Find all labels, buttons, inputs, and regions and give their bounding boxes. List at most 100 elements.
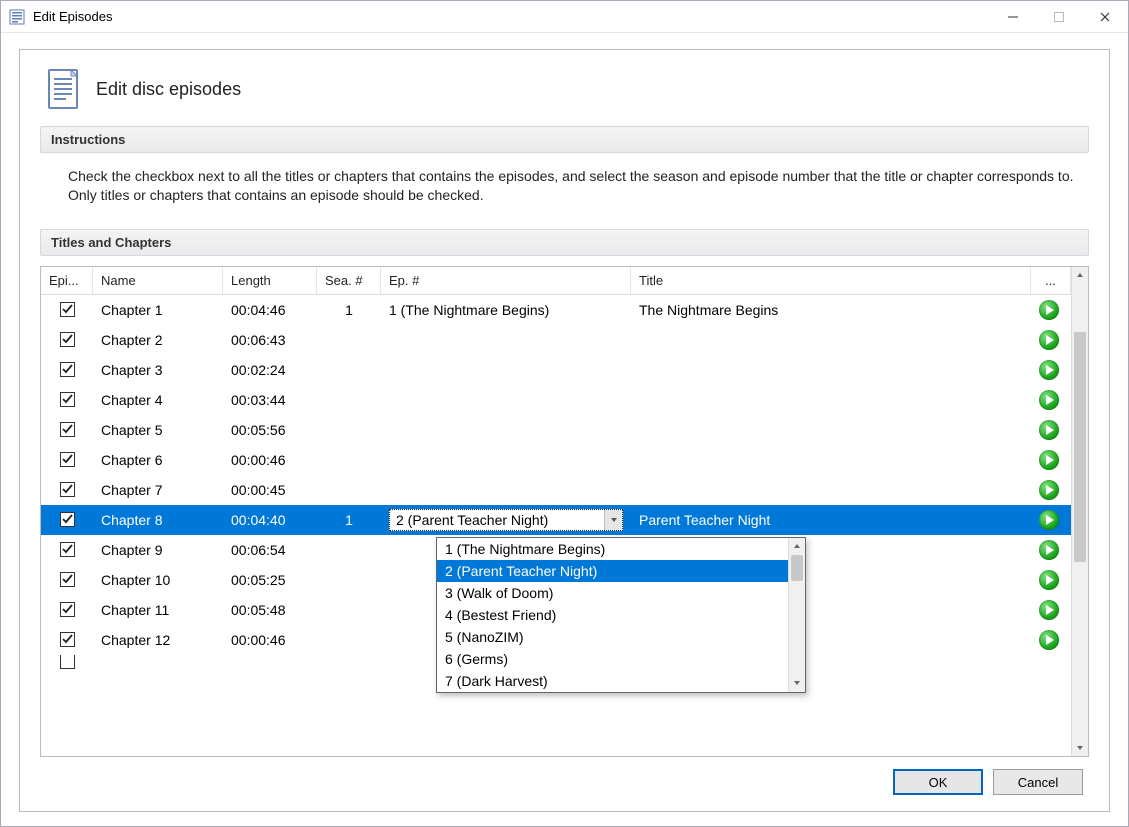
chapter-length: 00:04:40 [223, 505, 317, 535]
season-number[interactable] [317, 385, 381, 415]
chapter-name: Chapter 5 [93, 415, 223, 445]
chapter-length: 00:06:54 [223, 535, 317, 565]
table-row[interactable]: Chapter 400:03:44 [41, 385, 1071, 415]
episode-checkbox[interactable] [60, 572, 75, 587]
episode-checkbox[interactable] [60, 512, 75, 527]
scroll-thumb[interactable] [1074, 332, 1086, 562]
vertical-scrollbar[interactable] [1071, 267, 1088, 756]
titles-section-header: Titles and Chapters [40, 229, 1089, 256]
col-title[interactable]: Title [631, 267, 1031, 294]
episode-number-cell[interactable]: 2 (Parent Teacher Night) [381, 505, 631, 535]
chapter-length: 00:03:44 [223, 385, 317, 415]
col-episode[interactable]: Ep. # [381, 267, 631, 294]
app-icon [9, 9, 25, 25]
episode-number-cell[interactable] [381, 325, 631, 355]
season-number[interactable] [317, 475, 381, 505]
play-icon[interactable] [1039, 450, 1059, 470]
dropdown-option[interactable]: 3 (Walk of Doom) [437, 582, 788, 604]
col-name[interactable]: Name [93, 267, 223, 294]
season-number[interactable] [317, 565, 381, 595]
play-icon[interactable] [1039, 600, 1059, 620]
episode-checkbox[interactable] [60, 632, 75, 647]
table-row[interactable]: Chapter 500:05:56 [41, 415, 1071, 445]
episode-checkbox[interactable] [60, 482, 75, 497]
play-icon[interactable] [1039, 300, 1059, 320]
scroll-down-icon[interactable] [789, 675, 805, 692]
season-number[interactable] [317, 625, 381, 655]
episode-dropdown[interactable]: 1 (The Nightmare Begins)2 (Parent Teache… [436, 537, 806, 693]
season-number[interactable] [317, 535, 381, 565]
play-icon[interactable] [1039, 390, 1059, 410]
chevron-down-icon[interactable] [604, 510, 622, 530]
episode-checkbox[interactable] [60, 452, 75, 467]
scroll-down-icon[interactable] [1072, 739, 1088, 756]
season-number[interactable] [317, 595, 381, 625]
episode-checkbox[interactable] [60, 602, 75, 617]
chapter-length: 00:02:24 [223, 355, 317, 385]
close-button[interactable] [1082, 2, 1128, 32]
play-icon[interactable] [1039, 570, 1059, 590]
season-number[interactable]: 1 [317, 295, 381, 325]
season-number[interactable]: 1 [317, 505, 381, 535]
col-season[interactable]: Sea. # [317, 267, 381, 294]
chapter-name: Chapter 11 [93, 595, 223, 625]
cancel-button[interactable]: Cancel [993, 769, 1083, 795]
table-row[interactable]: Chapter 600:00:46 [41, 445, 1071, 475]
episode-number-cell[interactable] [381, 415, 631, 445]
season-number[interactable] [317, 415, 381, 445]
dropdown-scrollbar[interactable] [788, 538, 805, 692]
play-icon[interactable] [1039, 540, 1059, 560]
dropdown-option[interactable]: 5 (NanoZIM) [437, 626, 788, 648]
titlebar: Edit Episodes [1, 1, 1128, 33]
ok-button[interactable]: OK [893, 769, 983, 795]
page-title: Edit disc episodes [96, 79, 241, 100]
play-icon[interactable] [1039, 480, 1059, 500]
dropdown-option[interactable]: 4 (Bestest Friend) [437, 604, 788, 626]
chapter-name: Chapter 1 [93, 295, 223, 325]
episode-number-cell[interactable] [381, 445, 631, 475]
episode-number-cell[interactable] [381, 355, 631, 385]
episode-checkbox[interactable] [60, 542, 75, 557]
play-icon[interactable] [1039, 420, 1059, 440]
maximize-button [1036, 2, 1082, 32]
table-row[interactable]: Chapter 200:06:43 [41, 325, 1071, 355]
episode-checkbox[interactable] [60, 422, 75, 437]
table-row[interactable]: Chapter 100:04:4611 (The Nightmare Begin… [41, 295, 1071, 325]
play-icon[interactable] [1039, 630, 1059, 650]
scroll-thumb[interactable] [791, 555, 803, 581]
table-row[interactable]: Chapter 800:04:4012 (Parent Teacher Nigh… [41, 505, 1071, 535]
chapter-length: 00:04:46 [223, 295, 317, 325]
table-row[interactable]: Chapter 300:02:24 [41, 355, 1071, 385]
table-row[interactable]: Chapter 700:00:45 [41, 475, 1071, 505]
main-panel: Edit disc episodes Instructions Check th… [19, 49, 1110, 812]
season-number[interactable] [317, 325, 381, 355]
chapter-name: Chapter 12 [93, 625, 223, 655]
content-area: Edit disc episodes Instructions Check th… [1, 33, 1128, 826]
dropdown-option[interactable]: 2 (Parent Teacher Night) [437, 560, 788, 582]
episode-checkbox[interactable] [60, 332, 75, 347]
episode-title [631, 415, 1031, 445]
dropdown-option[interactable]: 6 (Germs) [437, 648, 788, 670]
episode-number-cell[interactable]: 1 (The Nightmare Begins) [381, 295, 631, 325]
window-title: Edit Episodes [33, 9, 113, 24]
episode-number-cell[interactable] [381, 385, 631, 415]
episode-checkbox[interactable] [60, 302, 75, 317]
episode-number-cell[interactable] [381, 475, 631, 505]
dropdown-option[interactable]: 1 (The Nightmare Begins) [437, 538, 788, 560]
col-episode-checkbox[interactable]: Epi... [41, 267, 93, 294]
play-icon[interactable] [1039, 360, 1059, 380]
season-number[interactable] [317, 445, 381, 475]
episode-title [631, 445, 1031, 475]
season-number[interactable] [317, 355, 381, 385]
scroll-up-icon[interactable] [789, 538, 805, 555]
scroll-up-icon[interactable] [1072, 267, 1088, 284]
col-length[interactable]: Length [223, 267, 317, 294]
episode-checkbox[interactable] [60, 362, 75, 377]
play-icon[interactable] [1039, 510, 1059, 530]
episode-combobox[interactable]: 2 (Parent Teacher Night) [389, 509, 623, 531]
episode-checkbox[interactable] [60, 392, 75, 407]
minimize-button[interactable] [990, 2, 1036, 32]
play-icon[interactable] [1039, 330, 1059, 350]
col-play[interactable]: ... [1031, 267, 1071, 294]
dropdown-option[interactable]: 7 (Dark Harvest) [437, 670, 788, 692]
